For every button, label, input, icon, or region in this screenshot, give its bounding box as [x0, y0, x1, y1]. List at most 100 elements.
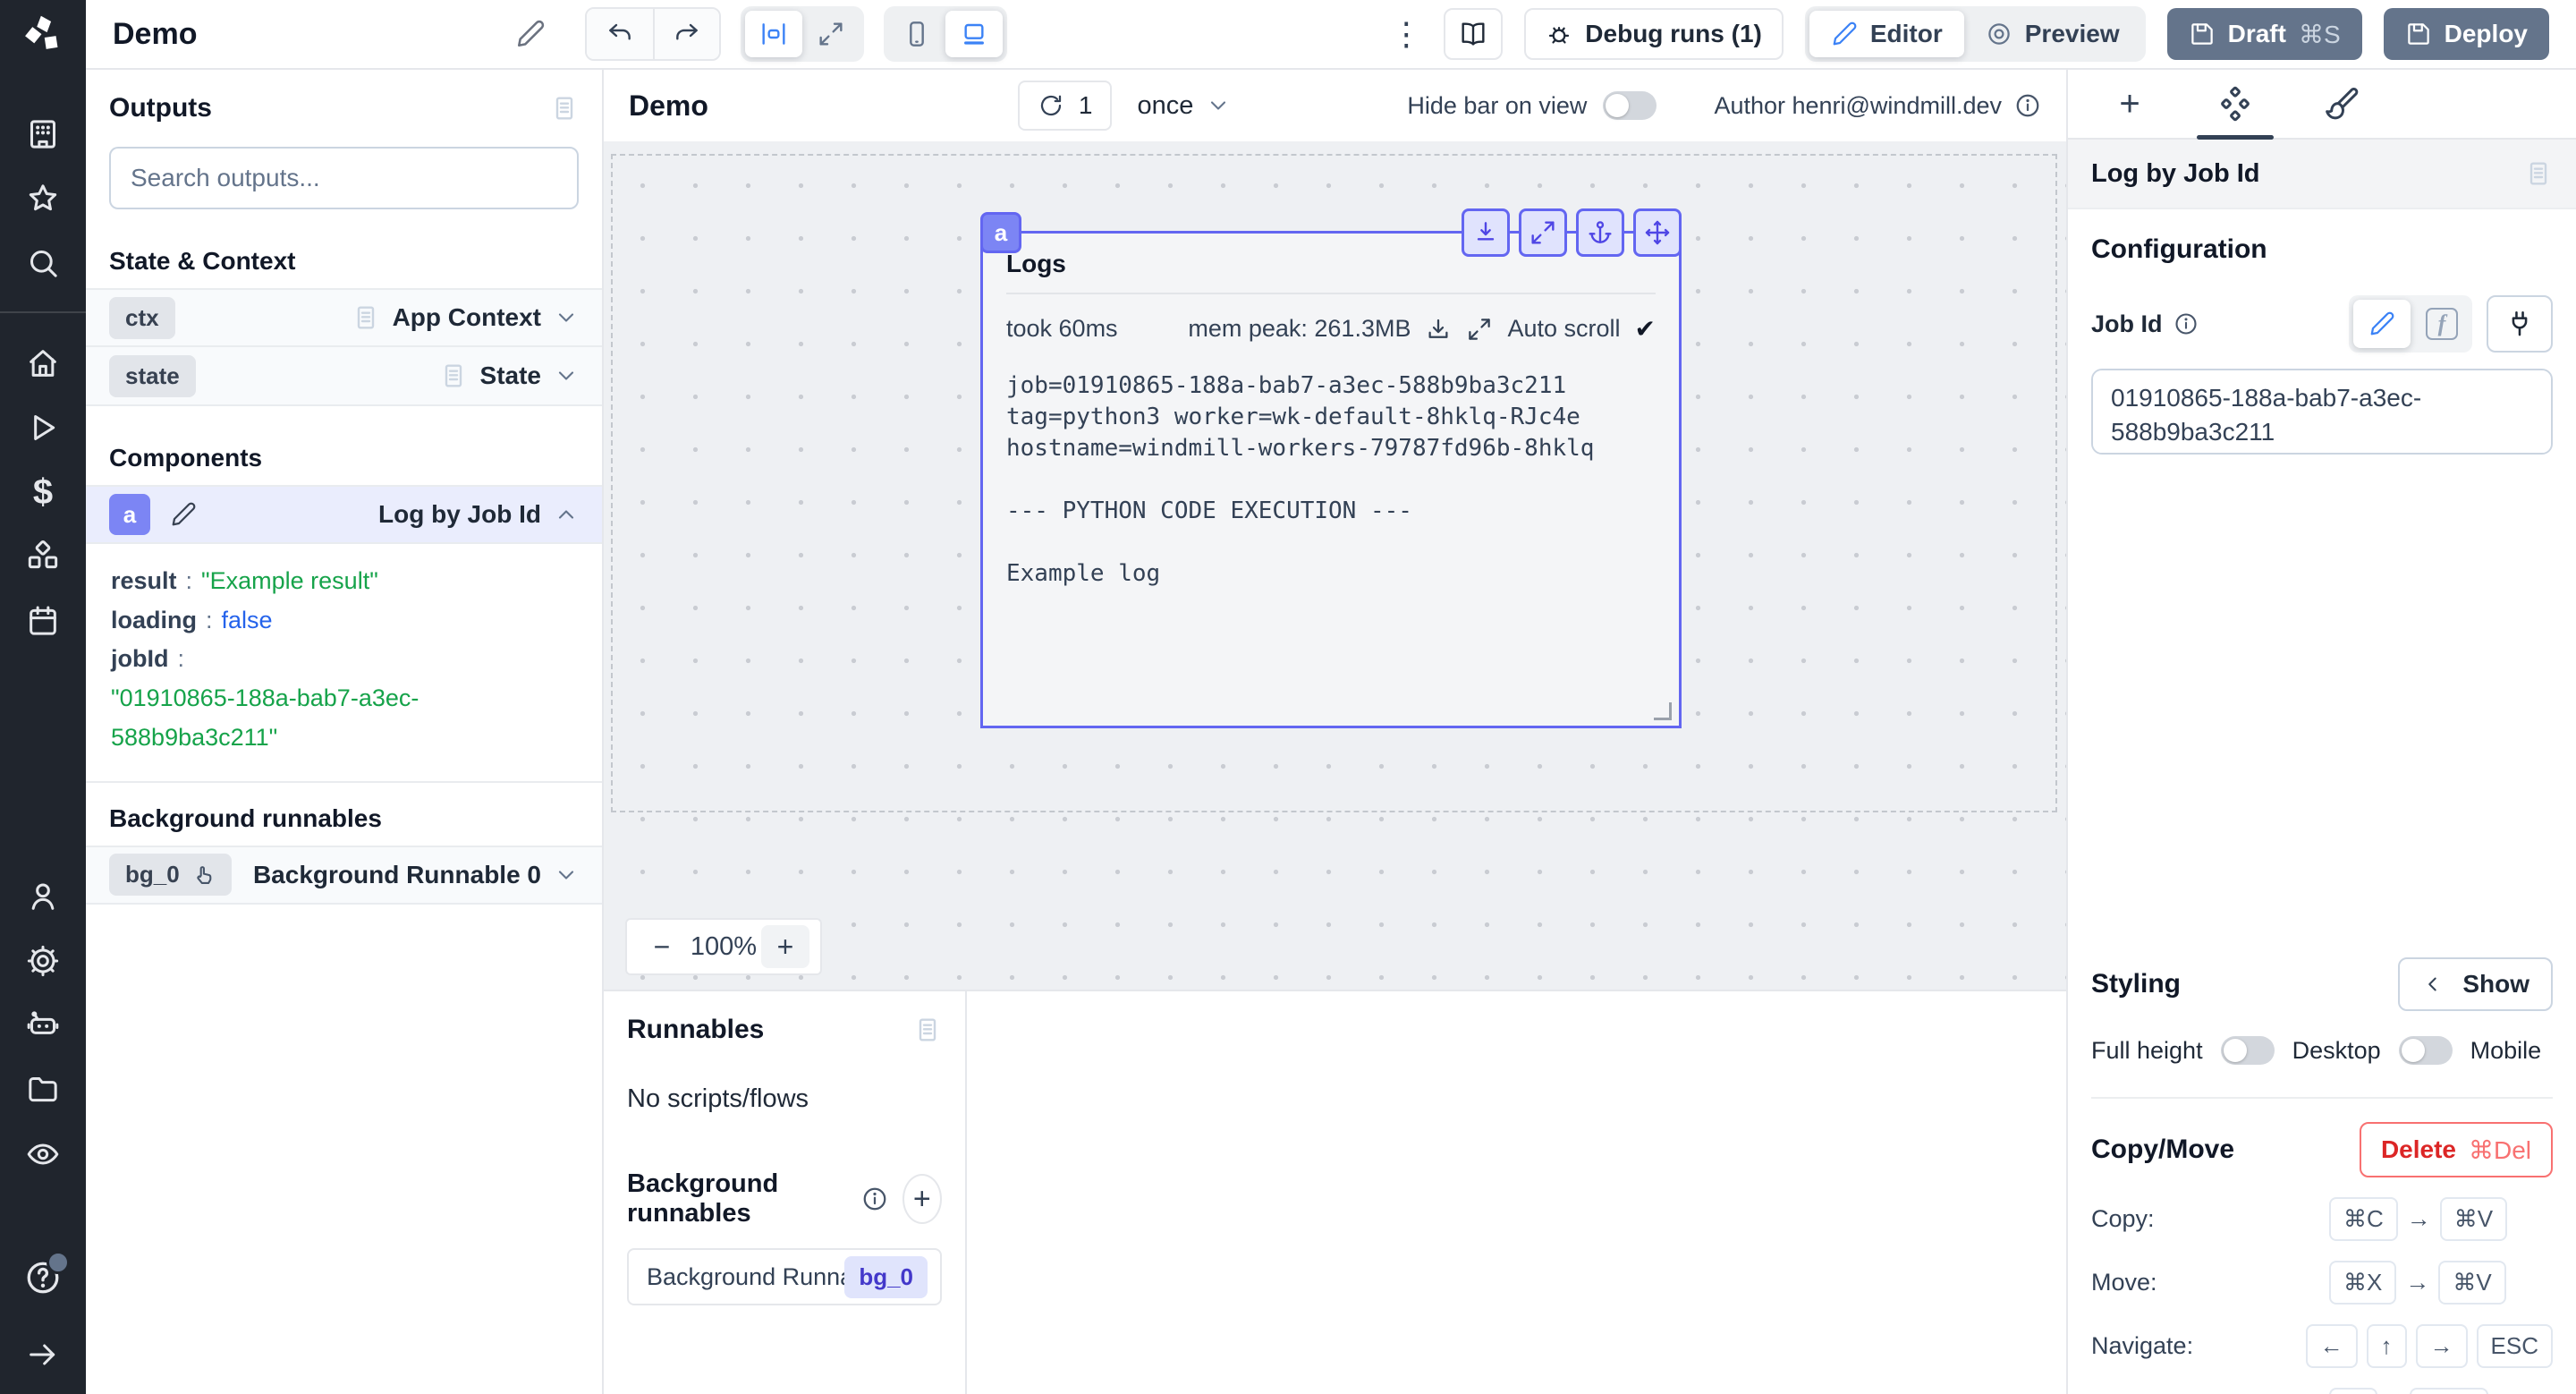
tab-component-settings[interactable] — [2182, 70, 2288, 138]
job-id-input[interactable]: 01910865-188a-bab7-a3ec-588b9ba3c211 — [2091, 369, 2553, 455]
eval-input-mode-button[interactable]: f — [2416, 300, 2468, 348]
search-outputs-input[interactable] — [109, 147, 579, 209]
tab-preview[interactable]: Preview — [1964, 11, 2141, 57]
desktop-toggle[interactable] — [2399, 1036, 2453, 1065]
chevron-down-icon — [1206, 93, 1231, 118]
chevron-left-icon — [2421, 973, 2445, 996]
connect-input-button[interactable] — [2487, 295, 2553, 353]
info-icon[interactable] — [2174, 311, 2199, 336]
info-icon[interactable] — [2014, 92, 2041, 119]
panel-docs-icon[interactable] — [550, 94, 579, 123]
windmill-logo[interactable] — [0, 0, 86, 70]
refresh-mode-dropdown[interactable]: once — [1137, 91, 1231, 121]
deploy-button[interactable]: Deploy — [2384, 8, 2549, 60]
bg0-label: Background Runnable 0 — [253, 861, 541, 889]
full-height-toggle[interactable] — [2221, 1036, 2275, 1065]
hide-bar-toggle[interactable] — [1603, 91, 1657, 120]
component-output-props: result:"Example result" loading:false jo… — [86, 544, 602, 781]
undo-button[interactable] — [587, 9, 653, 59]
topbar: Demo ⋮ Debug runs (1) Editor Preview — [86, 0, 2576, 70]
folders-icon[interactable] — [25, 1072, 61, 1108]
refresh-count-button[interactable]: 1 — [1018, 81, 1113, 131]
state-label: State — [480, 361, 541, 390]
output-row-state[interactable]: state State — [86, 347, 602, 406]
kbd-paste: ⌘V — [2438, 1261, 2505, 1305]
collapse-sidebar-icon[interactable] — [25, 1337, 61, 1373]
check-icon[interactable]: ✔ — [1635, 314, 1656, 344]
edit-title-icon[interactable] — [515, 19, 546, 49]
panel-docs-icon[interactable] — [2524, 159, 2553, 188]
panel-docs-icon[interactable] — [913, 1016, 942, 1044]
anchor-handle[interactable] — [1576, 208, 1624, 257]
audit-eye-icon[interactable] — [25, 1136, 61, 1172]
configuration-title: Configuration — [2091, 234, 2553, 265]
dollar-icon[interactable]: $ — [33, 474, 53, 510]
desktop-view-button[interactable] — [945, 11, 1003, 57]
zoom-level: 100% — [691, 932, 757, 962]
background-runnable-row[interactable]: bg_0 Background Runnable 0 — [86, 846, 602, 905]
help-icon[interactable] — [23, 1258, 63, 1297]
favorites-icon[interactable] — [25, 181, 61, 217]
copy-shortcut-row: Copy: ⌘C → ⌘V — [2091, 1197, 2553, 1241]
chevron-up-icon — [554, 502, 579, 527]
component-row-a[interactable]: a Log by Job Id — [86, 485, 602, 544]
desktop-label: Desktop — [2292, 1037, 2381, 1065]
logs-component[interactable]: a Logs took 60ms mem peak: 261.3MB Auto … — [980, 231, 1682, 728]
static-input-mode-button[interactable] — [2353, 300, 2411, 348]
home-icon[interactable] — [25, 345, 61, 381]
full-height-label: Full height — [2091, 1037, 2203, 1065]
user-icon[interactable] — [25, 879, 61, 914]
runnables-title: Runnables — [627, 1015, 764, 1045]
workspaces-icon[interactable] — [25, 116, 61, 152]
kbd-up: ↑ — [2367, 1324, 2407, 1368]
tab-styling-brush[interactable] — [2288, 70, 2394, 138]
output-row-ctx[interactable]: ctx App Context — [86, 288, 602, 347]
schedules-icon[interactable] — [25, 603, 61, 639]
more-menu-icon[interactable]: ⋮ — [1390, 15, 1422, 53]
canvas-app-title: Demo — [629, 89, 708, 123]
debug-runs-button[interactable]: Debug runs (1) — [1524, 8, 1784, 60]
save-icon — [2189, 21, 2216, 47]
tab-insert-component[interactable]: + — [2077, 70, 2182, 138]
show-styling-button[interactable]: Show — [2398, 957, 2553, 1011]
runs-icon[interactable] — [25, 410, 61, 446]
add-background-runnable-button[interactable]: + — [902, 1174, 942, 1224]
selection-shortcut-row: Add to selection: ⇧ + Click — [2091, 1388, 2553, 1394]
search-icon[interactable] — [25, 245, 61, 281]
workers-robot-icon[interactable] — [25, 1007, 61, 1043]
bg0-item-badge: bg_0 — [844, 1256, 928, 1298]
copy-move-title: Copy/Move — [2091, 1135, 2234, 1165]
delete-component-button[interactable]: Delete ⌘Del — [2360, 1122, 2553, 1177]
resize-handle[interactable] — [1654, 702, 1672, 720]
draft-button[interactable]: Draft ⌘S — [2167, 8, 2362, 60]
background-runnable-item[interactable]: Background Runna... bg_0 — [627, 1248, 942, 1305]
tab-editor[interactable]: Editor — [1809, 11, 1964, 57]
settings-gear-icon[interactable] — [25, 943, 61, 979]
insert-below-handle[interactable] — [1462, 208, 1510, 257]
info-icon[interactable] — [861, 1186, 888, 1212]
expand-handle[interactable] — [1519, 208, 1567, 257]
mobile-label: Mobile — [2470, 1037, 2542, 1065]
zoom-in-button[interactable]: + — [761, 925, 809, 968]
help-badge — [47, 1251, 70, 1274]
centered-layout-button[interactable] — [745, 11, 802, 57]
kbd-click: Click — [2410, 1388, 2488, 1394]
bg-runnables-title: Background runnables — [627, 1169, 847, 1228]
component-handles — [1462, 208, 1682, 257]
expand-logs-icon[interactable] — [1466, 316, 1493, 343]
mobile-view-button[interactable] — [888, 11, 945, 57]
layout-width-group — [741, 6, 864, 62]
resources-icon[interactable] — [25, 539, 61, 574]
hide-bar-label: Hide bar on view — [1407, 92, 1587, 120]
download-logs-icon[interactable] — [1425, 316, 1452, 343]
zoom-out-button[interactable]: − — [638, 925, 686, 968]
redo-button[interactable] — [653, 9, 719, 59]
rename-component-icon[interactable] — [163, 494, 204, 535]
move-handle[interactable] — [1633, 208, 1682, 257]
state-badge: state — [109, 355, 196, 397]
docs-book-button[interactable] — [1444, 8, 1503, 60]
took-label: took 60ms — [1006, 315, 1118, 343]
component-tag[interactable]: a — [980, 212, 1021, 253]
design-canvas[interactable]: a Logs took 60ms mem peak: 261.3MB Auto … — [604, 141, 2066, 990]
full-width-button[interactable] — [802, 11, 860, 57]
